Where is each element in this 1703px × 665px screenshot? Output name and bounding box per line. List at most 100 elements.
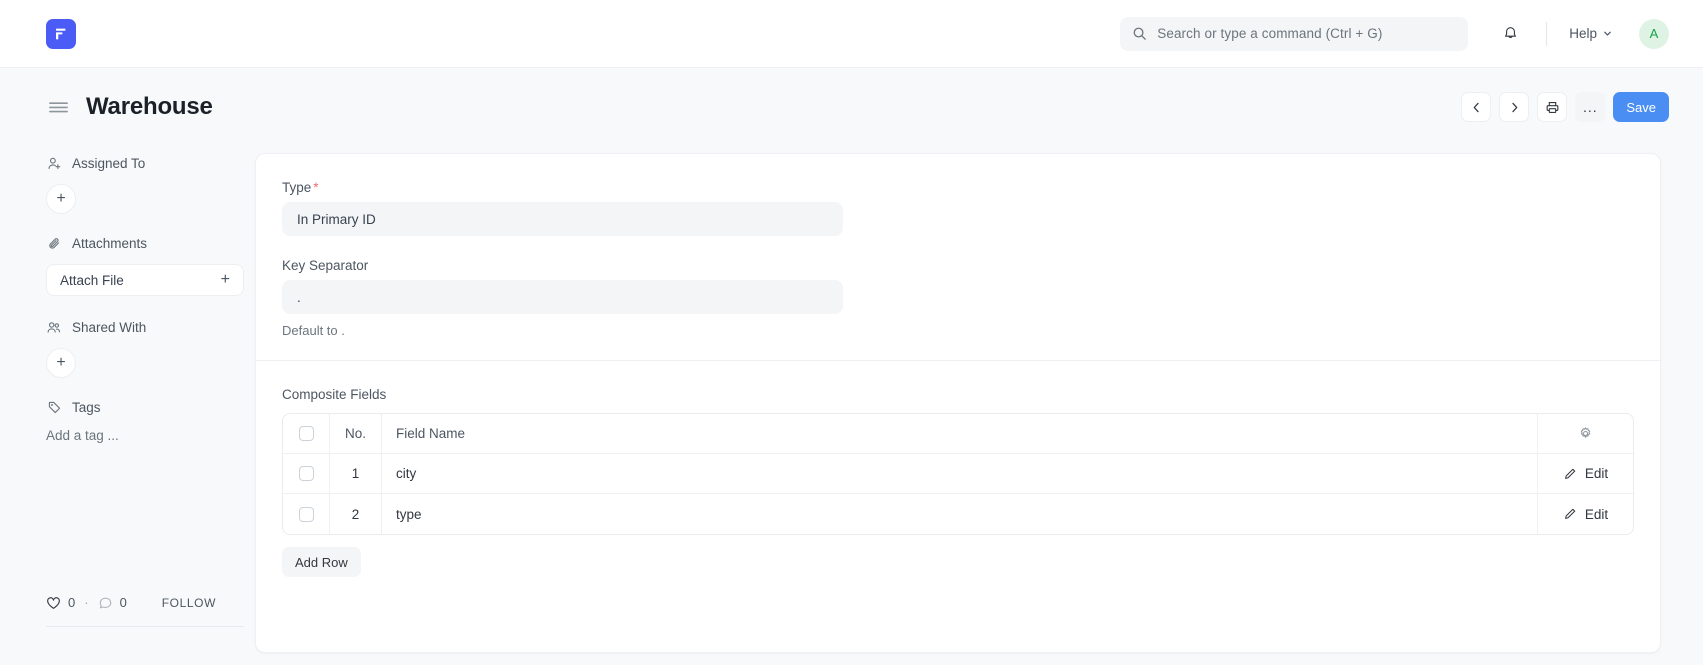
attachments-header: Attachments <box>46 236 255 251</box>
top-navbar: Search or type a command (Ctrl + G) Help… <box>0 0 1703 68</box>
field-type-label: Type* <box>282 180 1634 195</box>
add-tag-input[interactable]: Add a tag ... <box>46 428 255 443</box>
row-edit-label: Edit <box>1585 466 1608 481</box>
grid-cell-field-name[interactable]: type <box>382 494 1537 534</box>
sidebar-section-shared-with: Shared With + <box>46 320 255 378</box>
grid-select-all-cell <box>283 414 330 453</box>
page-header: Warehouse <box>0 68 1703 146</box>
grid-row-select-cell <box>283 454 330 493</box>
form-section-composite-fields: Composite Fields No. Field Name <box>256 361 1660 599</box>
like-count: 0 <box>68 595 75 610</box>
form-card: Type* In Primary ID Key Separator . Defa… <box>255 153 1661 653</box>
help-menu-button[interactable]: Help <box>1567 22 1615 45</box>
attach-file-label: Attach File <box>60 273 124 288</box>
avatar-initial: A <box>1650 26 1659 41</box>
like-button[interactable]: 0 <box>46 595 75 610</box>
grid-row-select-cell <box>283 494 330 534</box>
ellipsis-icon: ... <box>1583 103 1598 111</box>
required-asterisk: * <box>313 180 318 195</box>
navbar-right-group: Search or type a command (Ctrl + G) Help… <box>1120 0 1675 67</box>
heart-icon <box>46 596 61 610</box>
sidebar-footer-row: 0 · 0 FOLLOW <box>46 595 244 610</box>
paperclip-icon <box>46 236 62 251</box>
attach-file-button[interactable]: Attach File + <box>46 264 244 296</box>
shared-with-header: Shared With <box>46 320 255 335</box>
footer-separator: · <box>84 595 88 610</box>
grid-header-no: No. <box>330 414 382 453</box>
field-key-separator-help: Default to . <box>282 323 1634 338</box>
search-input[interactable]: Search or type a command (Ctrl + G) <box>1120 17 1468 51</box>
sidebar-section-attachments: Attachments Attach File + <box>46 236 255 296</box>
comment-icon <box>98 596 113 610</box>
add-row-button[interactable]: Add Row <box>282 547 361 577</box>
pencil-icon <box>1563 467 1577 481</box>
prev-record-button[interactable] <box>1461 92 1491 122</box>
add-assignment-button[interactable]: + <box>46 184 76 214</box>
save-button[interactable]: Save <box>1613 92 1669 122</box>
shared-with-label: Shared With <box>72 320 146 335</box>
users-icon <box>46 320 62 335</box>
row-edit-button[interactable]: Edit <box>1537 494 1633 534</box>
row-edit-button[interactable]: Edit <box>1537 454 1633 493</box>
add-share-button[interactable]: + <box>46 348 76 378</box>
next-record-button[interactable] <box>1499 92 1529 122</box>
grid-settings-button[interactable] <box>1537 414 1633 453</box>
frappe-logo-icon[interactable] <box>46 19 76 49</box>
plus-icon: + <box>221 271 230 289</box>
comment-button[interactable]: 0 <box>98 595 127 610</box>
field-type: Type* In Primary ID <box>282 180 1634 236</box>
tag-icon <box>46 400 62 415</box>
grid-cell-no: 2 <box>330 494 382 534</box>
search-placeholder: Search or type a command (Ctrl + G) <box>1157 26 1382 41</box>
assigned-to-label: Assigned To <box>72 156 145 171</box>
search-icon <box>1132 26 1147 41</box>
more-actions-button[interactable]: ... <box>1575 92 1605 122</box>
form-column: Type* In Primary ID Key Separator . Defa… <box>255 146 1703 665</box>
sidebar-divider <box>46 626 244 627</box>
user-plus-icon <box>46 156 62 171</box>
sidebar-footer: 0 · 0 FOLLOW <box>46 595 244 627</box>
follow-button[interactable]: FOLLOW <box>162 596 244 610</box>
table-row[interactable]: 1 city Edit <box>283 454 1633 494</box>
navbar-divider <box>1546 22 1547 46</box>
form-sidebar: Assigned To + Attachments Attach File + <box>0 146 255 665</box>
row-checkbox[interactable] <box>299 507 314 522</box>
hamburger-menu-icon[interactable] <box>48 99 69 115</box>
sidebar-section-tags: Tags Add a tag ... <box>46 400 255 443</box>
row-edit-label: Edit <box>1585 507 1608 522</box>
page-title: Warehouse <box>86 93 213 121</box>
attachments-label: Attachments <box>72 236 147 251</box>
field-type-label-text: Type <box>282 180 311 195</box>
chevron-left-icon <box>1470 101 1483 114</box>
composite-fields-grid: No. Field Name <box>282 413 1634 535</box>
avatar[interactable]: A <box>1639 19 1669 49</box>
bell-icon <box>1502 25 1519 42</box>
select-all-checkbox[interactable] <box>299 426 314 441</box>
grid-cell-field-name[interactable]: city <box>382 454 1537 493</box>
plus-icon: + <box>56 190 65 208</box>
page-actions: ... Save <box>1461 92 1669 122</box>
field-key-separator: Key Separator . Default to . <box>282 258 1634 338</box>
print-button[interactable] <box>1537 92 1567 122</box>
help-label: Help <box>1569 26 1597 41</box>
row-checkbox[interactable] <box>299 466 314 481</box>
tags-header: Tags <box>46 400 255 415</box>
pencil-icon <box>1563 507 1577 521</box>
plus-icon: + <box>56 354 65 372</box>
field-key-separator-label: Key Separator <box>282 258 1634 273</box>
page-body: Assigned To + Attachments Attach File + <box>0 146 1703 665</box>
notifications-button[interactable] <box>1494 18 1526 50</box>
gear-icon <box>1578 426 1593 441</box>
form-section-main: Type* In Primary ID Key Separator . Defa… <box>256 154 1660 360</box>
grid-cell-no: 1 <box>330 454 382 493</box>
assigned-to-header: Assigned To <box>46 156 255 171</box>
comment-count: 0 <box>120 595 127 610</box>
field-key-separator-input[interactable]: . <box>282 280 843 314</box>
field-type-input[interactable]: In Primary ID <box>282 202 843 236</box>
chevron-down-icon <box>1602 28 1613 39</box>
tags-label: Tags <box>72 400 101 415</box>
grid-header-field-name: Field Name <box>382 414 1537 453</box>
chevron-right-icon <box>1508 101 1521 114</box>
grid-header-row: No. Field Name <box>283 414 1633 454</box>
table-row[interactable]: 2 type Edit <box>283 494 1633 534</box>
